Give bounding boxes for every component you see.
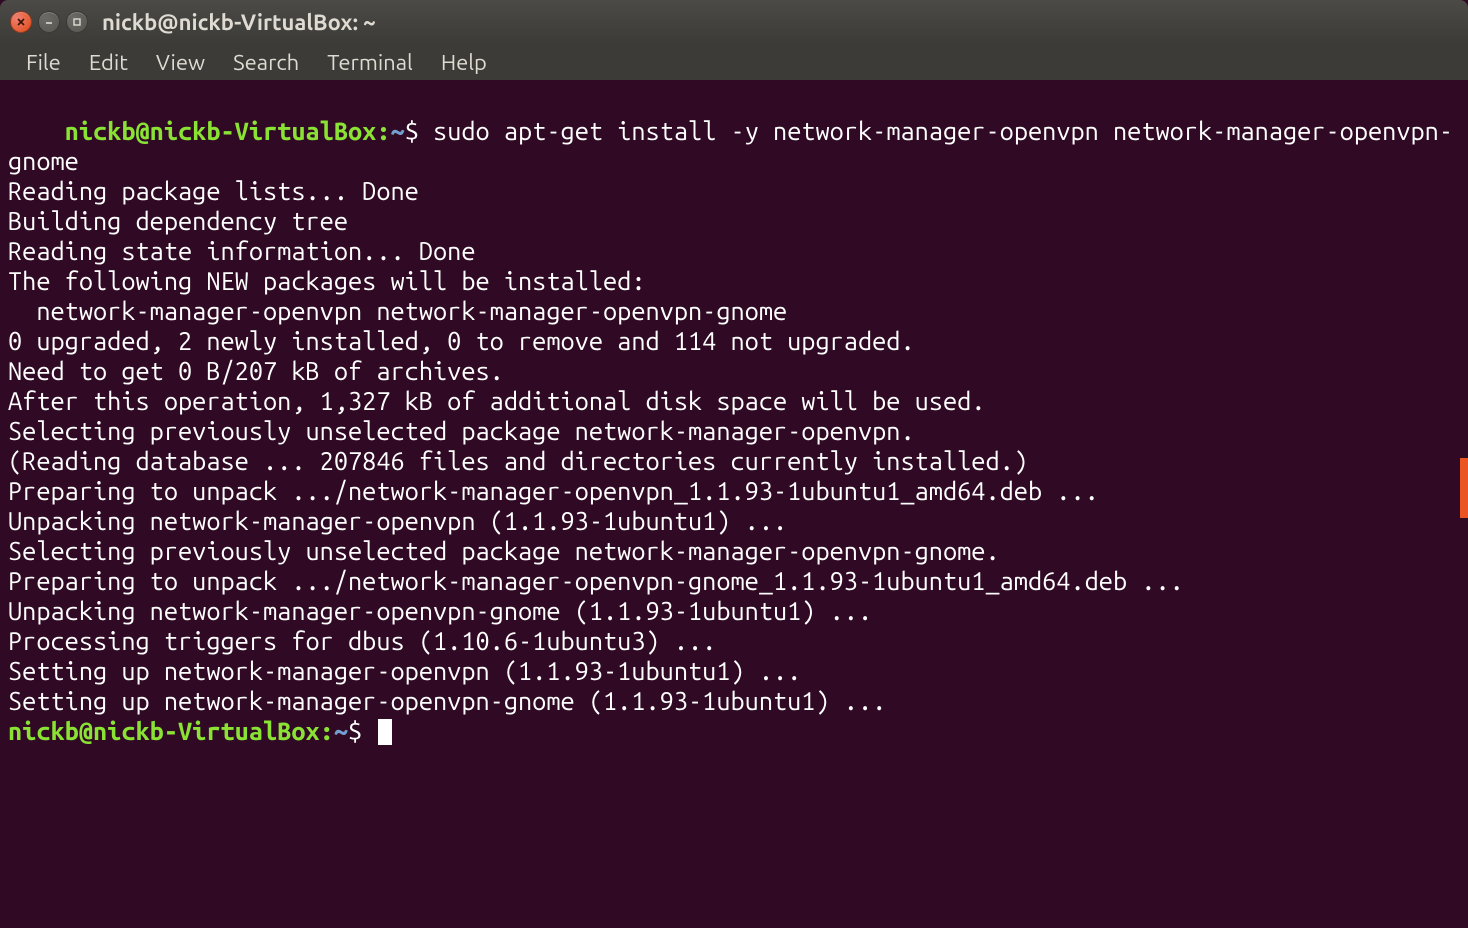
output-line: (Reading database ... 207846 files and d… [8, 446, 1028, 475]
output-line: Unpacking network-manager-openvpn-gnome … [8, 596, 872, 625]
window-controls [10, 11, 88, 33]
terminal-body[interactable]: nickb@nickb-VirtualBox:~$ sudo apt-get i… [0, 80, 1468, 928]
menu-search[interactable]: Search [219, 46, 313, 79]
menu-edit[interactable]: Edit [75, 46, 142, 79]
prompt-user-host: nickb@nickb-VirtualBox [65, 116, 377, 145]
prompt-path: ~ [334, 716, 348, 745]
prompt-colon: : [376, 116, 390, 145]
cursor [378, 719, 392, 745]
output-line: Setting up network-manager-openvpn (1.1.… [8, 656, 801, 685]
output-line: Need to get 0 B/207 kB of archives. [8, 356, 504, 385]
output-line: The following NEW packages will be insta… [8, 266, 645, 295]
output-line: Setting up network-manager-openvpn-gnome… [8, 686, 886, 715]
close-icon [16, 17, 26, 27]
prompt-user-host: nickb@nickb-VirtualBox [8, 716, 320, 745]
output-line: Reading package lists... Done [8, 176, 419, 205]
output-line: Preparing to unpack .../network-manager-… [8, 566, 1184, 595]
prompt-colon: : [320, 716, 334, 745]
command-empty [362, 716, 376, 745]
output-line: Building dependency tree [8, 206, 447, 235]
command-text [419, 116, 433, 145]
menu-terminal[interactable]: Terminal [313, 46, 427, 79]
scrollbar-thumb[interactable] [1460, 458, 1468, 518]
output-line: Reading state information... Done [8, 236, 476, 265]
titlebar[interactable]: nickb@nickb-VirtualBox: ~ [0, 0, 1468, 44]
menu-file[interactable]: File [12, 46, 75, 79]
output-line: Selecting previously unselected package … [8, 416, 915, 445]
menu-view[interactable]: View [142, 46, 219, 79]
output-line: Unpacking network-manager-openvpn (1.1.9… [8, 506, 787, 535]
maximize-button[interactable] [66, 11, 88, 33]
minimize-icon [44, 17, 54, 27]
output-line: Selecting previously unselected package … [8, 536, 1000, 565]
output-line: network-manager-openvpn network-manager-… [8, 296, 787, 325]
output-line: After this operation, 1,327 kB of additi… [8, 386, 985, 415]
window-title: nickb@nickb-VirtualBox: ~ [102, 10, 376, 35]
minimize-button[interactable] [38, 11, 60, 33]
output-line: Preparing to unpack .../network-manager-… [8, 476, 1099, 505]
terminal-window: nickb@nickb-VirtualBox: ~ File Edit View… [0, 0, 1468, 928]
prompt-dollar: $ [405, 116, 419, 145]
prompt-path: ~ [391, 116, 405, 145]
prompt-dollar: $ [348, 716, 362, 745]
menu-help[interactable]: Help [427, 46, 501, 79]
close-button[interactable] [10, 11, 32, 33]
output-line: 0 upgraded, 2 newly installed, 0 to remo… [8, 326, 915, 355]
menubar: File Edit View Search Terminal Help [0, 44, 1468, 80]
maximize-icon [72, 17, 82, 27]
output-line: Processing triggers for dbus (1.10.6-1ub… [8, 626, 716, 655]
